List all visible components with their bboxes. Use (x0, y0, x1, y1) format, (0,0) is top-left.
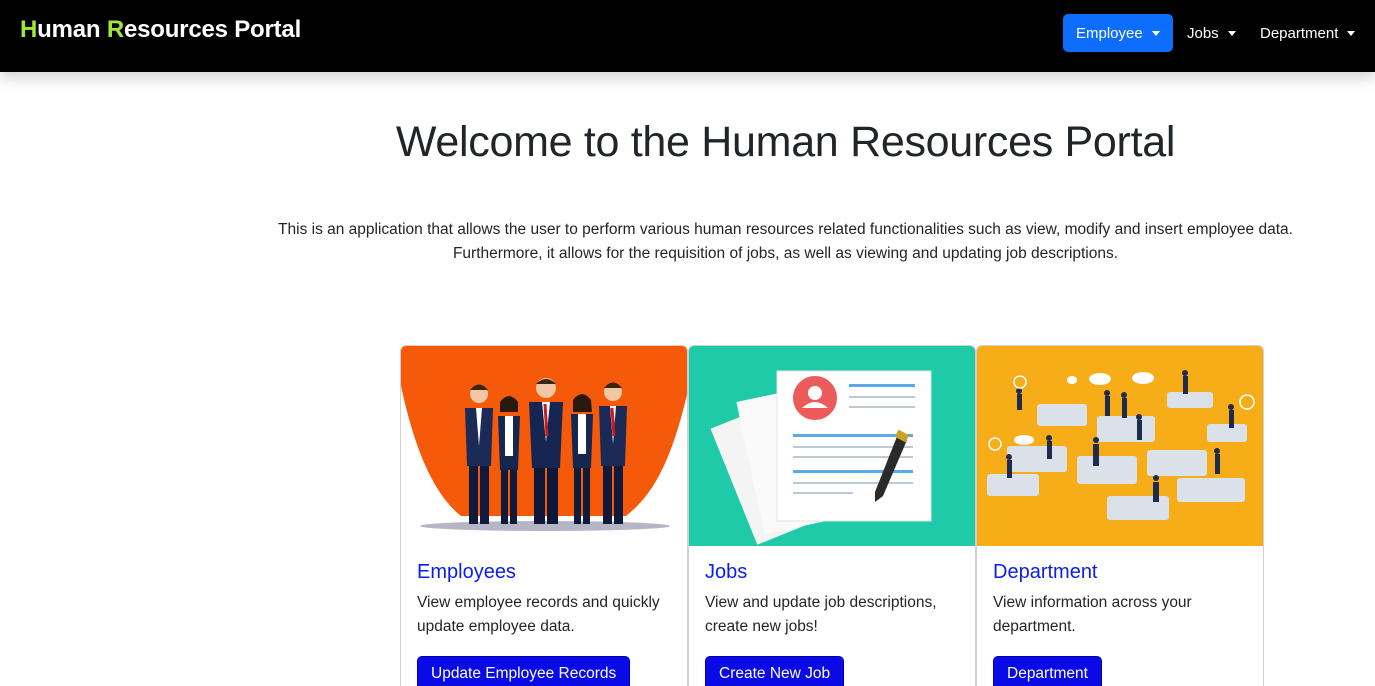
jobs-card-title[interactable]: Jobs (705, 561, 959, 584)
department-button[interactable]: Department (993, 656, 1102, 686)
employees-card-title[interactable]: Employees (417, 561, 671, 584)
description-line-2: Furthermore, it allows for the requisiti… (452, 245, 1119, 262)
chevron-down-icon (1227, 30, 1236, 36)
nav-department-dropdown[interactable]: Department (1247, 14, 1368, 52)
department-card-title[interactable]: Department (993, 561, 1247, 584)
jobs-card-text: View and update job descriptions, create… (705, 594, 937, 635)
nav-employee-dropdown[interactable]: Employee (1063, 14, 1173, 52)
nav-jobs-label: Jobs (1187, 24, 1219, 42)
department-card-image (977, 346, 1263, 546)
top-navbar: Human Resources Portal Employee Jobs Dep… (0, 0, 1375, 72)
department-card: Department View information across your … (976, 345, 1264, 686)
nav-department-label: Department (1260, 24, 1339, 42)
chevron-down-icon (1347, 30, 1356, 36)
page-description: This is an application that allows the u… (196, 218, 1375, 266)
brand-letter-r: R (106, 16, 124, 43)
create-new-job-button[interactable]: Create New Job (705, 656, 845, 686)
nav-jobs-dropdown[interactable]: Jobs (1174, 14, 1249, 52)
brand-text-2: esources Portal (123, 16, 302, 43)
jobs-card: Jobs View and update job descriptions, c… (688, 345, 976, 686)
employees-card: Employees View employee records and quic… (400, 345, 688, 686)
department-card-text: View information across your department. (993, 594, 1192, 635)
nav-employee-label: Employee (1076, 24, 1143, 42)
brand-letter-h: H (20, 16, 38, 43)
description-line-1: This is an application that allows the u… (278, 221, 1293, 238)
jobs-card-image (689, 346, 975, 546)
page-title: Welcome to the Human Resources Portal (395, 118, 1176, 166)
update-employee-records-button[interactable]: Update Employee Records (417, 656, 631, 686)
brand-logo[interactable]: Human Resources Portal (20, 16, 301, 44)
brand-text-1: uman (37, 16, 107, 43)
employees-card-text: View employee records and quickly update… (417, 594, 660, 635)
chevron-down-icon (1151, 30, 1160, 36)
employees-card-image (401, 346, 687, 546)
